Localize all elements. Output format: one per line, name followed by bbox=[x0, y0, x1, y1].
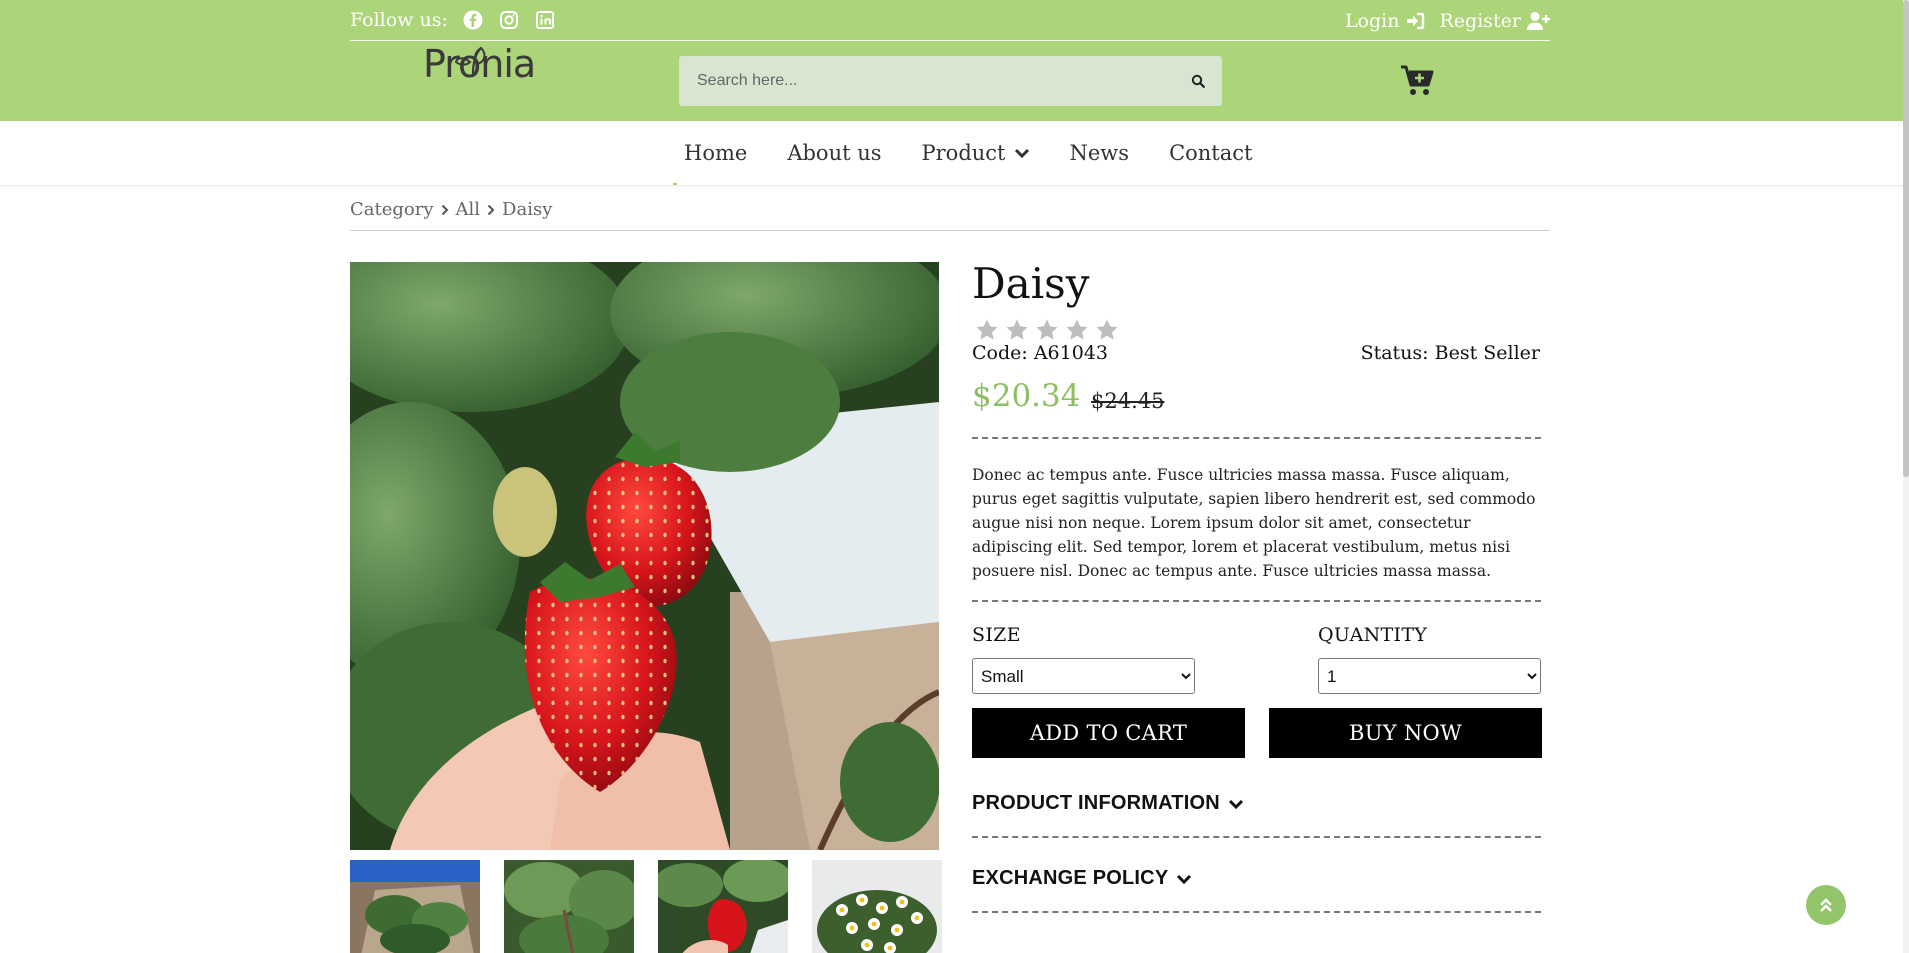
cart-button[interactable] bbox=[1400, 64, 1434, 98]
thumbnail-4[interactable] bbox=[812, 860, 942, 953]
scrollbar-thumb[interactable] bbox=[1903, 0, 1909, 477]
quantity-select[interactable]: 1 bbox=[1318, 658, 1541, 694]
add-to-cart-button[interactable]: ADD TO CART bbox=[972, 708, 1245, 758]
follow-label: Follow us: bbox=[350, 9, 448, 31]
login-label: Login bbox=[1344, 10, 1400, 32]
chevron-right-icon bbox=[486, 204, 496, 216]
divider bbox=[972, 600, 1541, 602]
rating-stars[interactable] bbox=[975, 318, 1119, 342]
star-icon[interactable] bbox=[975, 318, 999, 342]
search-input[interactable] bbox=[679, 56, 1174, 106]
product-information-toggle[interactable]: PRODUCT INFORMATION bbox=[972, 792, 1244, 815]
product-title: Daisy bbox=[972, 259, 1090, 308]
follow-us: Follow us: bbox=[350, 9, 556, 31]
thumbnail-3[interactable] bbox=[658, 860, 788, 953]
exchange-policy-label: EXCHANGE POLICY bbox=[972, 867, 1169, 889]
nav-item-home[interactable]: Home bbox=[684, 141, 747, 165]
quantity-label: QUANTITY bbox=[1318, 624, 1428, 646]
exchange-policy-toggle[interactable]: EXCHANGE POLICY bbox=[972, 867, 1192, 890]
chevron-right-icon bbox=[440, 204, 450, 216]
product-status: Status: Best Seller bbox=[1360, 342, 1540, 364]
double-chevron-up-icon bbox=[1820, 898, 1832, 912]
thumbnail-strip bbox=[350, 860, 942, 953]
search-bar bbox=[679, 56, 1222, 106]
nav-label-about: About us bbox=[787, 141, 882, 165]
nav-item-news[interactable]: News bbox=[1070, 141, 1130, 165]
facebook-icon[interactable] bbox=[462, 9, 484, 31]
star-icon[interactable] bbox=[1065, 318, 1089, 342]
search-icon bbox=[1191, 74, 1205, 88]
main-nav: Home About us Product News Contact bbox=[0, 121, 1903, 186]
linkedin-icon[interactable] bbox=[534, 9, 556, 31]
back-to-top-button[interactable] bbox=[1806, 885, 1846, 925]
page-scrollbar[interactable] bbox=[1903, 0, 1909, 953]
star-icon[interactable] bbox=[1095, 318, 1119, 342]
header-divider bbox=[350, 40, 1550, 41]
old-price: $24.45 bbox=[1091, 389, 1165, 413]
buy-now-button[interactable]: BUY NOW bbox=[1269, 708, 1542, 758]
product-code: Code: A61043 bbox=[972, 342, 1108, 364]
user-plus-icon bbox=[1527, 12, 1550, 30]
nav-label-news: News bbox=[1069, 141, 1130, 165]
breadcrumb-divider bbox=[350, 230, 1550, 231]
auth-links: Login Register bbox=[1345, 10, 1551, 32]
nav-label-contact: Contact bbox=[1169, 141, 1253, 165]
divider bbox=[972, 437, 1541, 439]
search-button[interactable] bbox=[1174, 56, 1222, 106]
breadcrumb-category[interactable]: Category bbox=[350, 199, 434, 220]
star-icon[interactable] bbox=[1035, 318, 1059, 342]
size-select[interactable]: Small bbox=[972, 658, 1195, 694]
product-description: Donec ac tempus ante. Fusce ultricies ma… bbox=[972, 466, 1536, 580]
star-icon[interactable] bbox=[1005, 318, 1029, 342]
nav-accent bbox=[673, 183, 677, 185]
chevron-down-icon bbox=[1177, 874, 1192, 884]
nav-label-product: Product bbox=[921, 141, 1006, 165]
cart-plus-icon bbox=[1401, 65, 1434, 95]
nav-item-product[interactable]: Product bbox=[922, 141, 1030, 165]
breadcrumb-current: Daisy bbox=[502, 199, 553, 220]
logo[interactable]: Pronia bbox=[423, 42, 536, 86]
instagram-icon[interactable] bbox=[498, 9, 520, 31]
register-label: Register bbox=[1439, 10, 1521, 32]
register-link[interactable]: Register bbox=[1439, 10, 1551, 32]
current-price: $20.34 bbox=[972, 378, 1081, 414]
divider bbox=[972, 836, 1541, 838]
thumbnail-2[interactable] bbox=[504, 860, 634, 953]
breadcrumb: Category All Daisy bbox=[350, 199, 552, 220]
chevron-down-icon bbox=[1014, 148, 1029, 159]
breadcrumb-all[interactable]: All bbox=[456, 199, 481, 220]
product-main-image bbox=[350, 262, 939, 850]
nav-label-home: Home bbox=[684, 141, 748, 165]
product-information-label: PRODUCT INFORMATION bbox=[972, 792, 1220, 814]
divider bbox=[972, 911, 1541, 913]
nav-item-about[interactable]: About us bbox=[787, 141, 881, 165]
logo-text: Pronia bbox=[423, 42, 536, 86]
chevron-down-icon bbox=[1228, 799, 1243, 809]
top-header: Follow us: Login Register Pronia bbox=[0, 0, 1903, 121]
nav-item-contact[interactable]: Contact bbox=[1169, 141, 1252, 165]
login-icon bbox=[1407, 12, 1425, 30]
size-label: SIZE bbox=[972, 624, 1021, 646]
login-link[interactable]: Login bbox=[1345, 10, 1426, 32]
thumbnail-1[interactable] bbox=[350, 860, 480, 953]
